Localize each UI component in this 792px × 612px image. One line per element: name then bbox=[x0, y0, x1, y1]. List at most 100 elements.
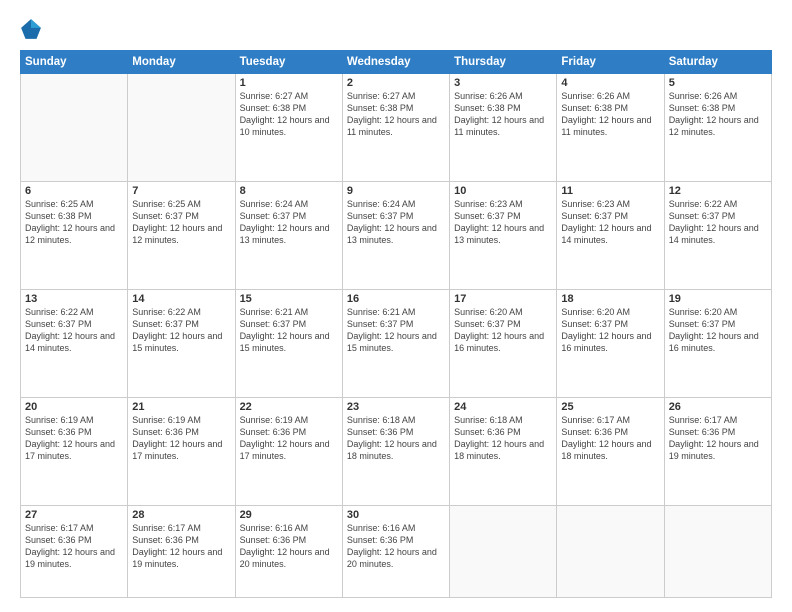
day-info: Sunrise: 6:27 AM Sunset: 6:38 PM Dayligh… bbox=[240, 90, 338, 139]
calendar-cell: 28Sunrise: 6:17 AM Sunset: 6:36 PM Dayli… bbox=[128, 505, 235, 597]
day-number: 25 bbox=[561, 401, 659, 413]
calendar-cell: 10Sunrise: 6:23 AM Sunset: 6:37 PM Dayli… bbox=[450, 181, 557, 289]
day-info: Sunrise: 6:20 AM Sunset: 6:37 PM Dayligh… bbox=[561, 306, 659, 355]
weekday-monday: Monday bbox=[128, 51, 235, 74]
calendar-cell: 7Sunrise: 6:25 AM Sunset: 6:37 PM Daylig… bbox=[128, 181, 235, 289]
day-info: Sunrise: 6:23 AM Sunset: 6:37 PM Dayligh… bbox=[454, 198, 552, 247]
day-number: 19 bbox=[669, 293, 767, 305]
day-number: 3 bbox=[454, 77, 552, 89]
day-number: 10 bbox=[454, 185, 552, 197]
day-number: 24 bbox=[454, 401, 552, 413]
weekday-header-row: SundayMondayTuesdayWednesdayThursdayFrid… bbox=[21, 51, 772, 74]
day-number: 29 bbox=[240, 509, 338, 521]
day-info: Sunrise: 6:24 AM Sunset: 6:37 PM Dayligh… bbox=[347, 198, 445, 247]
day-info: Sunrise: 6:26 AM Sunset: 6:38 PM Dayligh… bbox=[669, 90, 767, 139]
day-number: 5 bbox=[669, 77, 767, 89]
calendar-cell: 18Sunrise: 6:20 AM Sunset: 6:37 PM Dayli… bbox=[557, 289, 664, 397]
day-number: 12 bbox=[669, 185, 767, 197]
calendar-cell: 29Sunrise: 6:16 AM Sunset: 6:36 PM Dayli… bbox=[235, 505, 342, 597]
calendar-cell: 21Sunrise: 6:19 AM Sunset: 6:36 PM Dayli… bbox=[128, 397, 235, 505]
calendar-cell: 4Sunrise: 6:26 AM Sunset: 6:38 PM Daylig… bbox=[557, 74, 664, 182]
day-number: 11 bbox=[561, 185, 659, 197]
calendar-cell: 20Sunrise: 6:19 AM Sunset: 6:36 PM Dayli… bbox=[21, 397, 128, 505]
day-number: 18 bbox=[561, 293, 659, 305]
day-info: Sunrise: 6:17 AM Sunset: 6:36 PM Dayligh… bbox=[669, 414, 767, 463]
day-number: 20 bbox=[25, 401, 123, 413]
calendar-cell: 11Sunrise: 6:23 AM Sunset: 6:37 PM Dayli… bbox=[557, 181, 664, 289]
day-info: Sunrise: 6:22 AM Sunset: 6:37 PM Dayligh… bbox=[132, 306, 230, 355]
calendar-cell: 14Sunrise: 6:22 AM Sunset: 6:37 PM Dayli… bbox=[128, 289, 235, 397]
calendar-cell: 30Sunrise: 6:16 AM Sunset: 6:36 PM Dayli… bbox=[342, 505, 449, 597]
day-number: 6 bbox=[25, 185, 123, 197]
day-info: Sunrise: 6:19 AM Sunset: 6:36 PM Dayligh… bbox=[132, 414, 230, 463]
day-info: Sunrise: 6:22 AM Sunset: 6:37 PM Dayligh… bbox=[669, 198, 767, 247]
calendar-cell: 3Sunrise: 6:26 AM Sunset: 6:38 PM Daylig… bbox=[450, 74, 557, 182]
day-info: Sunrise: 6:16 AM Sunset: 6:36 PM Dayligh… bbox=[240, 522, 338, 571]
day-number: 9 bbox=[347, 185, 445, 197]
day-info: Sunrise: 6:25 AM Sunset: 6:38 PM Dayligh… bbox=[25, 198, 123, 247]
day-info: Sunrise: 6:22 AM Sunset: 6:37 PM Dayligh… bbox=[25, 306, 123, 355]
day-info: Sunrise: 6:23 AM Sunset: 6:37 PM Dayligh… bbox=[561, 198, 659, 247]
calendar-cell: 1Sunrise: 6:27 AM Sunset: 6:38 PM Daylig… bbox=[235, 74, 342, 182]
day-number: 15 bbox=[240, 293, 338, 305]
calendar-cell: 19Sunrise: 6:20 AM Sunset: 6:37 PM Dayli… bbox=[664, 289, 771, 397]
weekday-sunday: Sunday bbox=[21, 51, 128, 74]
calendar-cell: 2Sunrise: 6:27 AM Sunset: 6:38 PM Daylig… bbox=[342, 74, 449, 182]
day-number: 16 bbox=[347, 293, 445, 305]
calendar-week-2: 6Sunrise: 6:25 AM Sunset: 6:38 PM Daylig… bbox=[21, 181, 772, 289]
day-number: 13 bbox=[25, 293, 123, 305]
day-info: Sunrise: 6:18 AM Sunset: 6:36 PM Dayligh… bbox=[347, 414, 445, 463]
day-number: 22 bbox=[240, 401, 338, 413]
day-number: 23 bbox=[347, 401, 445, 413]
day-info: Sunrise: 6:26 AM Sunset: 6:38 PM Dayligh… bbox=[454, 90, 552, 139]
day-number: 7 bbox=[132, 185, 230, 197]
day-number: 27 bbox=[25, 509, 123, 521]
day-info: Sunrise: 6:19 AM Sunset: 6:36 PM Dayligh… bbox=[25, 414, 123, 463]
calendar-cell bbox=[128, 74, 235, 182]
day-number: 28 bbox=[132, 509, 230, 521]
calendar-cell: 15Sunrise: 6:21 AM Sunset: 6:37 PM Dayli… bbox=[235, 289, 342, 397]
day-info: Sunrise: 6:18 AM Sunset: 6:36 PM Dayligh… bbox=[454, 414, 552, 463]
calendar-cell bbox=[450, 505, 557, 597]
calendar-table: SundayMondayTuesdayWednesdayThursdayFrid… bbox=[20, 50, 772, 598]
calendar-cell bbox=[664, 505, 771, 597]
calendar-week-4: 20Sunrise: 6:19 AM Sunset: 6:36 PM Dayli… bbox=[21, 397, 772, 505]
day-info: Sunrise: 6:17 AM Sunset: 6:36 PM Dayligh… bbox=[25, 522, 123, 571]
weekday-tuesday: Tuesday bbox=[235, 51, 342, 74]
calendar-cell: 25Sunrise: 6:17 AM Sunset: 6:36 PM Dayli… bbox=[557, 397, 664, 505]
day-info: Sunrise: 6:21 AM Sunset: 6:37 PM Dayligh… bbox=[240, 306, 338, 355]
page: SundayMondayTuesdayWednesdayThursdayFrid… bbox=[0, 0, 792, 612]
calendar-cell: 8Sunrise: 6:24 AM Sunset: 6:37 PM Daylig… bbox=[235, 181, 342, 289]
day-info: Sunrise: 6:24 AM Sunset: 6:37 PM Dayligh… bbox=[240, 198, 338, 247]
day-info: Sunrise: 6:27 AM Sunset: 6:38 PM Dayligh… bbox=[347, 90, 445, 139]
calendar-cell bbox=[557, 505, 664, 597]
logo-icon bbox=[20, 18, 42, 40]
calendar-cell: 9Sunrise: 6:24 AM Sunset: 6:37 PM Daylig… bbox=[342, 181, 449, 289]
calendar-cell: 24Sunrise: 6:18 AM Sunset: 6:36 PM Dayli… bbox=[450, 397, 557, 505]
calendar-cell: 17Sunrise: 6:20 AM Sunset: 6:37 PM Dayli… bbox=[450, 289, 557, 397]
calendar-cell: 26Sunrise: 6:17 AM Sunset: 6:36 PM Dayli… bbox=[664, 397, 771, 505]
day-info: Sunrise: 6:19 AM Sunset: 6:36 PM Dayligh… bbox=[240, 414, 338, 463]
day-number: 4 bbox=[561, 77, 659, 89]
weekday-wednesday: Wednesday bbox=[342, 51, 449, 74]
calendar-cell: 12Sunrise: 6:22 AM Sunset: 6:37 PM Dayli… bbox=[664, 181, 771, 289]
calendar-cell: 16Sunrise: 6:21 AM Sunset: 6:37 PM Dayli… bbox=[342, 289, 449, 397]
calendar-cell: 23Sunrise: 6:18 AM Sunset: 6:36 PM Dayli… bbox=[342, 397, 449, 505]
header bbox=[20, 18, 772, 40]
day-info: Sunrise: 6:26 AM Sunset: 6:38 PM Dayligh… bbox=[561, 90, 659, 139]
day-number: 2 bbox=[347, 77, 445, 89]
calendar-cell: 27Sunrise: 6:17 AM Sunset: 6:36 PM Dayli… bbox=[21, 505, 128, 597]
day-number: 26 bbox=[669, 401, 767, 413]
day-number: 21 bbox=[132, 401, 230, 413]
weekday-thursday: Thursday bbox=[450, 51, 557, 74]
day-info: Sunrise: 6:21 AM Sunset: 6:37 PM Dayligh… bbox=[347, 306, 445, 355]
calendar-week-5: 27Sunrise: 6:17 AM Sunset: 6:36 PM Dayli… bbox=[21, 505, 772, 597]
calendar-week-1: 1Sunrise: 6:27 AM Sunset: 6:38 PM Daylig… bbox=[21, 74, 772, 182]
day-info: Sunrise: 6:17 AM Sunset: 6:36 PM Dayligh… bbox=[132, 522, 230, 571]
weekday-friday: Friday bbox=[557, 51, 664, 74]
calendar-cell: 13Sunrise: 6:22 AM Sunset: 6:37 PM Dayli… bbox=[21, 289, 128, 397]
day-number: 14 bbox=[132, 293, 230, 305]
day-number: 30 bbox=[347, 509, 445, 521]
day-number: 8 bbox=[240, 185, 338, 197]
calendar-cell: 5Sunrise: 6:26 AM Sunset: 6:38 PM Daylig… bbox=[664, 74, 771, 182]
